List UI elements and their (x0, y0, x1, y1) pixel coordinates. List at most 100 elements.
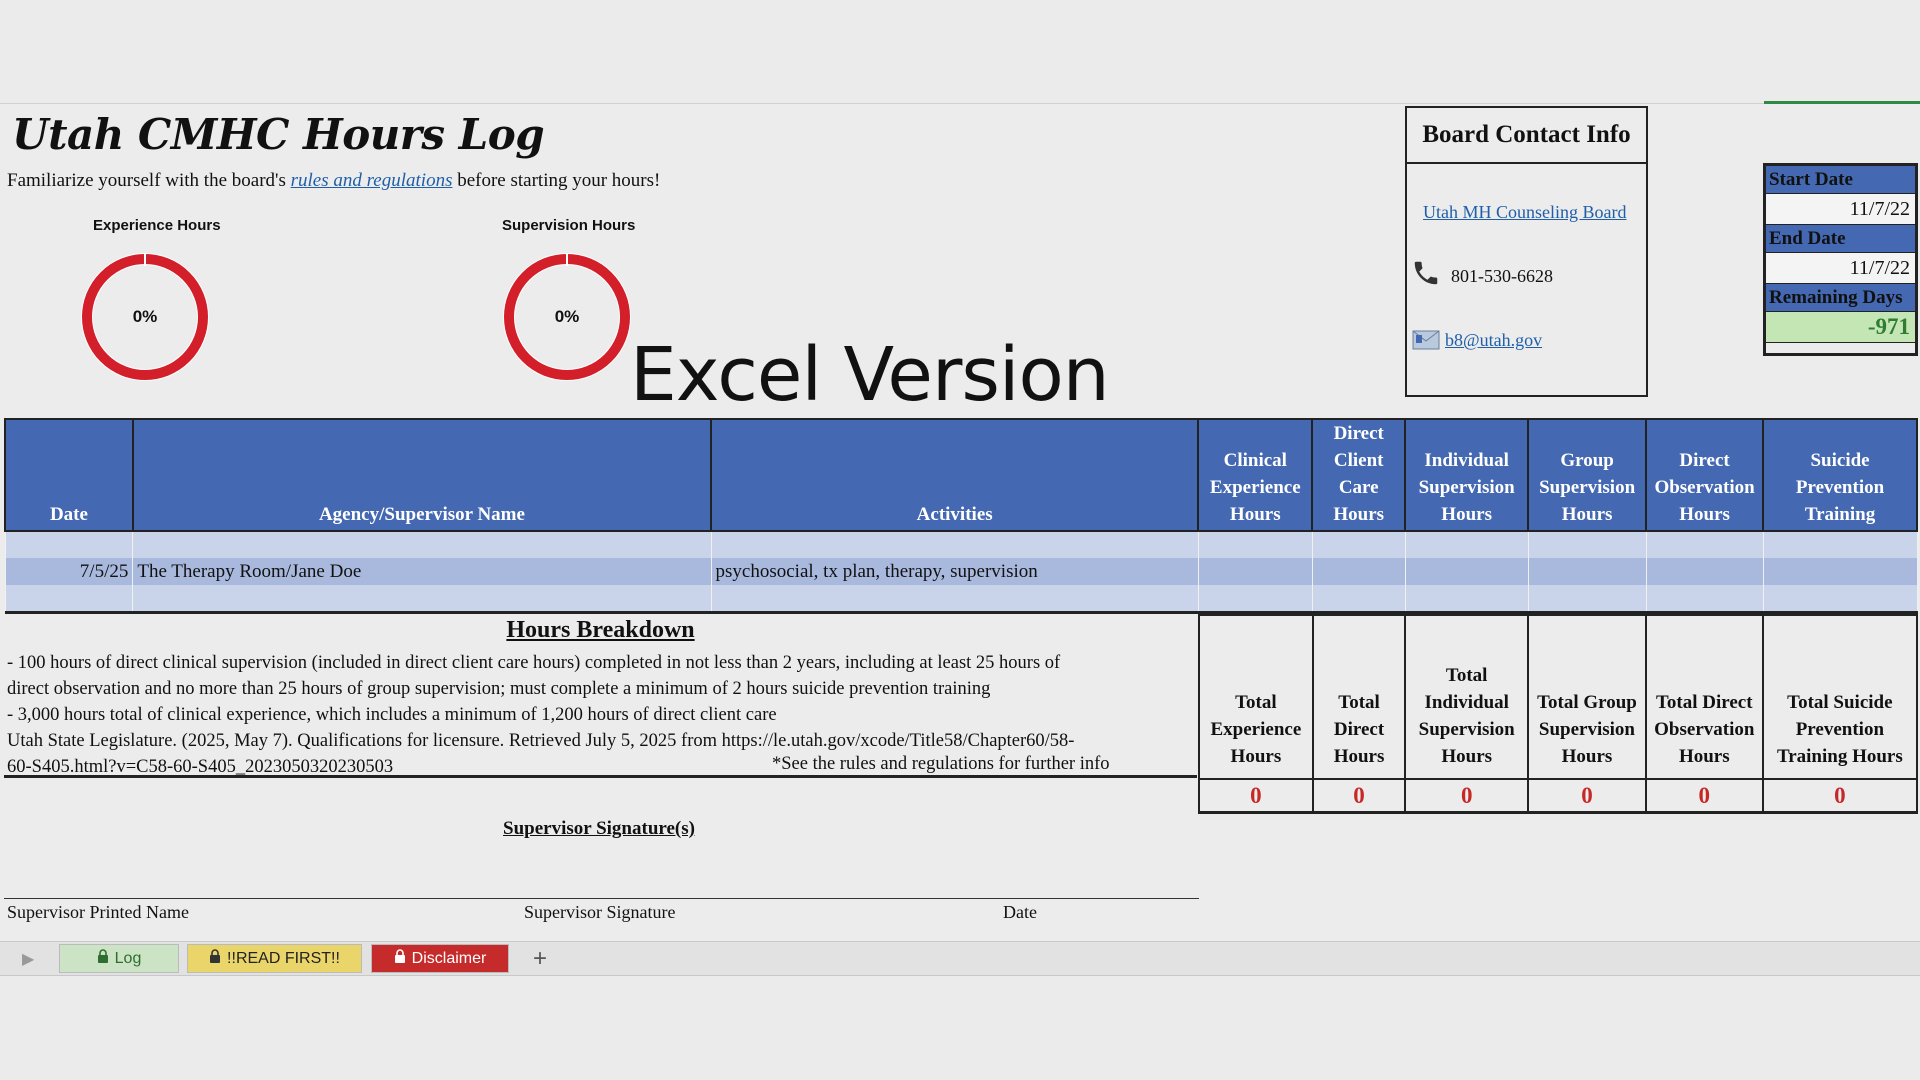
table-cell[interactable] (1645, 531, 1764, 558)
table-cell[interactable] (1762, 558, 1918, 585)
breakdown-line: - 3,000 hours total of clinical experien… (7, 705, 777, 725)
start-date-label: Start Date (1766, 166, 1915, 194)
total-suicide-prevention-value[interactable]: 0 (1761, 778, 1919, 814)
add-sheet-button[interactable]: + (520, 944, 560, 973)
breakdown-note: *See the rules and regulations for furth… (772, 754, 1110, 774)
hours-log-table: Date Agency/Supervisor Name Activities C… (4, 418, 1918, 614)
board-contact-title: Board Contact Info (1407, 108, 1646, 164)
table-row[interactable]: 7/5/25 The Therapy Room/Jane Doe psychos… (4, 558, 1918, 585)
experience-hours-percent: 0% (132, 307, 158, 326)
board-contact-box: Board Contact Info Utah MH Counseling Bo… (1405, 106, 1648, 397)
table-cell[interactable] (1527, 531, 1647, 558)
supervision-hours-percent: 0% (554, 307, 580, 326)
header-direct-client-care: Direct Client Care Hours (1311, 418, 1407, 532)
end-date-label: End Date (1766, 225, 1915, 253)
total-individual-supervision-label: Total Individual Supervision Hours (1404, 614, 1530, 780)
tab-log-label: Log (114, 949, 142, 967)
table-cell[interactable] (1404, 558, 1529, 585)
header-activities: Activities (710, 418, 1200, 532)
header-date: Date (4, 418, 134, 532)
header-suicide-prevention: Suicide Prevention Training (1762, 418, 1918, 532)
table-cell[interactable] (1311, 531, 1406, 558)
intro-after: before starting your hours! (452, 170, 661, 191)
total-individual-supervision-value[interactable]: 0 (1404, 778, 1530, 814)
table-cell[interactable] (132, 531, 712, 558)
row-date-cell[interactable]: 7/5/25 (4, 558, 134, 585)
tab-disclaimer-label: Disclaimer (411, 949, 487, 967)
table-cell[interactable] (1527, 558, 1647, 585)
header-direct-observation: Direct Observation Hours (1645, 418, 1765, 532)
table-cell[interactable] (4, 531, 134, 558)
table-cell[interactable] (1645, 558, 1764, 585)
row-agency-cell[interactable]: The Therapy Room/Jane Doe (132, 558, 712, 585)
supervision-hours-label: Supervision Hours (502, 217, 636, 234)
signature-line (4, 898, 1199, 899)
page-title: Utah CMHC Hours Log (12, 110, 545, 159)
table-cell[interactable] (1645, 585, 1764, 614)
header-group-supervision: Group Supervision Hours (1527, 418, 1648, 532)
sheet-tab-bar: ▶ Log !!READ FIRST!! Disclaimer + (0, 941, 1920, 976)
total-direct-label: Total Direct Hours (1311, 614, 1407, 780)
start-date-cell[interactable]: 11/7/22 (1766, 194, 1915, 225)
breakdown-line: direct observation and no more than 25 h… (7, 679, 991, 699)
table-cell[interactable] (132, 585, 712, 614)
total-experience-value[interactable]: 0 (1198, 778, 1314, 814)
signature-date-label: Date (1003, 902, 1037, 922)
table-cell[interactable] (1404, 585, 1529, 614)
tab-disclaimer[interactable]: Disclaimer (371, 944, 509, 973)
total-group-supervision-value[interactable]: 0 (1527, 778, 1647, 814)
header-agency: Agency/Supervisor Name (131, 418, 713, 532)
tab-scroll-right-icon[interactable]: ▶ (22, 949, 34, 969)
total-direct-observation-label: Total Direct Observation Hours (1644, 614, 1764, 780)
total-direct-value[interactable]: 0 (1311, 778, 1407, 814)
experience-hours-label: Experience Hours (93, 217, 221, 234)
supervisor-signatures-title: Supervisor Signature(s) (503, 818, 695, 839)
tab-log[interactable]: Log (59, 944, 179, 973)
hours-breakdown-title: Hours Breakdown (506, 617, 695, 643)
header-individual-supervision: Individual Supervision Hours (1404, 418, 1530, 532)
remaining-days-value: -971 (1766, 312, 1915, 343)
total-direct-observation-value[interactable]: 0 (1644, 778, 1764, 814)
table-cell[interactable] (710, 531, 1199, 558)
dates-panel: Start Date 11/7/22 End Date 11/7/22 Rema… (1763, 163, 1918, 356)
supervisor-signature-label: Supervisor Signature (524, 902, 676, 922)
table-cell[interactable] (1527, 585, 1647, 614)
table-cell[interactable] (1404, 531, 1529, 558)
intro-text: Familiarize yourself with the board's ru… (7, 170, 660, 192)
breakdown-line: Utah State Legislature. (2025, May 7). Q… (7, 731, 1075, 751)
tab-read-first[interactable]: !!READ FIRST!! (187, 944, 362, 973)
tab-read-first-label: !!READ FIRST!! (227, 949, 340, 967)
table-cell[interactable] (710, 585, 1199, 614)
table-cell[interactable] (1762, 531, 1918, 558)
table-row[interactable] (4, 585, 1918, 614)
total-suicide-prevention-label: Total Suicide Prevention Training Hours (1761, 614, 1919, 780)
lock-icon (97, 949, 109, 968)
total-group-supervision-label: Total Group Supervision Hours (1527, 614, 1647, 780)
row-activities-cell[interactable]: psychosocial, tx plan, therapy, supervis… (710, 558, 1199, 585)
intro-before: Familiarize yourself with the board's (7, 170, 291, 191)
end-date-cell[interactable]: 11/7/22 (1766, 253, 1915, 284)
table-cell[interactable] (1197, 585, 1313, 614)
lock-icon (394, 949, 406, 968)
table-row[interactable] (4, 531, 1918, 558)
table-cell[interactable] (4, 585, 134, 614)
remaining-days-label: Remaining Days (1766, 284, 1915, 312)
selection-indicator (1764, 101, 1920, 104)
table-cell[interactable] (1197, 531, 1313, 558)
table-cell[interactable] (1762, 585, 1918, 614)
table-cell[interactable] (1311, 585, 1406, 614)
breakdown-line: - 100 hours of direct clinical supervisi… (7, 653, 1061, 673)
hours-breakdown: Hours Breakdown - 100 hours of direct cl… (4, 614, 1197, 778)
total-experience-label: Total Experience Hours (1198, 614, 1314, 780)
board-phone: 801-530-6628 (1451, 266, 1553, 286)
excel-version-watermark: Excel Version (630, 332, 1110, 418)
envelope-icon (1412, 330, 1440, 355)
table-cell[interactable] (1311, 558, 1406, 585)
board-email[interactable]: b8@utah.gov (1445, 330, 1542, 351)
lock-icon (209, 949, 221, 968)
rules-link[interactable]: rules and regulations (291, 170, 453, 191)
table-cell[interactable] (1197, 558, 1313, 585)
board-link[interactable]: Utah MH Counseling Board (1423, 202, 1626, 223)
phone-icon (1411, 258, 1441, 293)
supervisor-printed-name-label: Supervisor Printed Name (7, 902, 189, 922)
